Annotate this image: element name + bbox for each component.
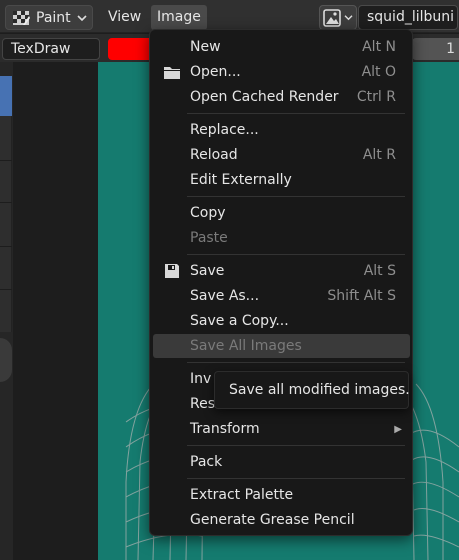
menu-item-label: Paste	[190, 230, 228, 246]
tool-divider	[0, 246, 12, 247]
navigation-gizmo[interactable]	[0, 338, 12, 382]
save-icon	[165, 264, 179, 278]
menu-separator	[187, 478, 405, 479]
shortcut-label: Ctrl R	[356, 89, 396, 105]
menu-item-label: New	[190, 39, 221, 55]
shortcut-label: Alt N	[362, 39, 396, 55]
submenu-arrow-icon: ▶	[394, 423, 402, 435]
menu-item-save-a-copy[interactable]: Save a Copy...	[153, 309, 410, 333]
tool-divider	[0, 160, 12, 161]
menu-item-paste[interactable]: Paste	[153, 226, 410, 250]
menu-item-save[interactable]: Save Alt S	[153, 259, 410, 283]
menu-item-copy[interactable]: Copy	[153, 201, 410, 225]
menu-item-label: Save All Images	[190, 338, 302, 354]
radius-field[interactable]: 1	[412, 38, 459, 60]
menu-item-label: Extract Palette	[190, 487, 294, 503]
chevron-down-icon	[77, 14, 87, 21]
menu-item-open[interactable]: Open... Alt O	[153, 60, 410, 84]
mode-label: Paint	[36, 9, 71, 26]
menu-item-label: Edit Externally	[190, 172, 292, 188]
menu-item-label: Inv	[190, 371, 212, 387]
menu-item-save-as[interactable]: Save As... Shift Alt S	[153, 284, 410, 308]
chevron-down-icon	[344, 15, 353, 21]
shortcut-label: Alt O	[361, 64, 396, 80]
menu-item-reload[interactable]: Reload Alt R	[153, 143, 410, 167]
menu-item-label: Replace...	[190, 122, 259, 138]
paint-mode-icon	[13, 10, 30, 25]
menu-item-label: Reload	[190, 147, 238, 163]
menu-item-pack[interactable]: Pack	[153, 450, 410, 474]
menu-item-replace[interactable]: Replace...	[153, 118, 410, 142]
mode-selector[interactable]: Paint	[5, 5, 93, 30]
menu-item-label: Transform	[190, 421, 260, 437]
brush-color-swatch[interactable]	[108, 38, 153, 60]
tooltip: Save all modified images.	[214, 371, 410, 409]
menu-item-generate-grease-pencil[interactable]: Generate Grease Pencil	[153, 508, 410, 532]
menu-item-extract-palette[interactable]: Extract Palette	[153, 483, 410, 507]
brush-name-field[interactable]: TexDraw	[2, 38, 100, 60]
menu-separator	[187, 445, 405, 446]
menu-item-open-cached-render[interactable]: Open Cached Render Ctrl R	[153, 85, 410, 109]
menu-item-label: Open Cached Render	[190, 89, 339, 105]
menu-item-transform[interactable]: Transform ▶	[153, 417, 410, 441]
shortcut-label: Shift Alt S	[327, 288, 396, 304]
tool-divider	[0, 202, 12, 203]
menu-separator	[187, 113, 405, 114]
shortcut-label: Alt R	[362, 147, 396, 163]
menu-item-label: Copy	[190, 205, 226, 221]
menu-item-new[interactable]: New Alt N	[153, 35, 410, 59]
menu-item-edit-externally[interactable]: Edit Externally	[153, 168, 410, 192]
menu-item-label: Open...	[190, 64, 241, 80]
menu-separator	[187, 196, 405, 197]
active-tool-button[interactable]	[0, 76, 12, 116]
menu-item-save-all-images[interactable]: Save All Images	[153, 334, 410, 358]
image-dropdown-menu: New Alt N Open... Alt O Open Cached Rend…	[149, 29, 413, 536]
menu-item-label: Save As...	[190, 288, 260, 304]
menu-item-label: Res	[190, 396, 216, 412]
shortcut-label: Alt S	[363, 263, 396, 279]
image-menu[interactable]: Image	[151, 5, 207, 30]
menu-item-label: Save a Copy...	[190, 313, 289, 329]
tool-divider	[0, 289, 12, 290]
menu-item-label: Save	[190, 263, 225, 279]
image-editor-window: Paint View Image squid_lilbuni TexDraw 1	[0, 0, 459, 560]
image-browse-button[interactable]	[319, 5, 357, 30]
menu-separator	[187, 362, 405, 363]
image-name-field[interactable]: squid_lilbuni	[358, 5, 458, 30]
folder-icon	[164, 67, 180, 79]
view-menu[interactable]: View	[102, 5, 147, 30]
menu-item-label: Pack	[190, 454, 223, 470]
menu-separator	[187, 254, 405, 255]
image-icon	[323, 8, 341, 27]
menu-item-label: Generate Grease Pencil	[190, 512, 355, 528]
